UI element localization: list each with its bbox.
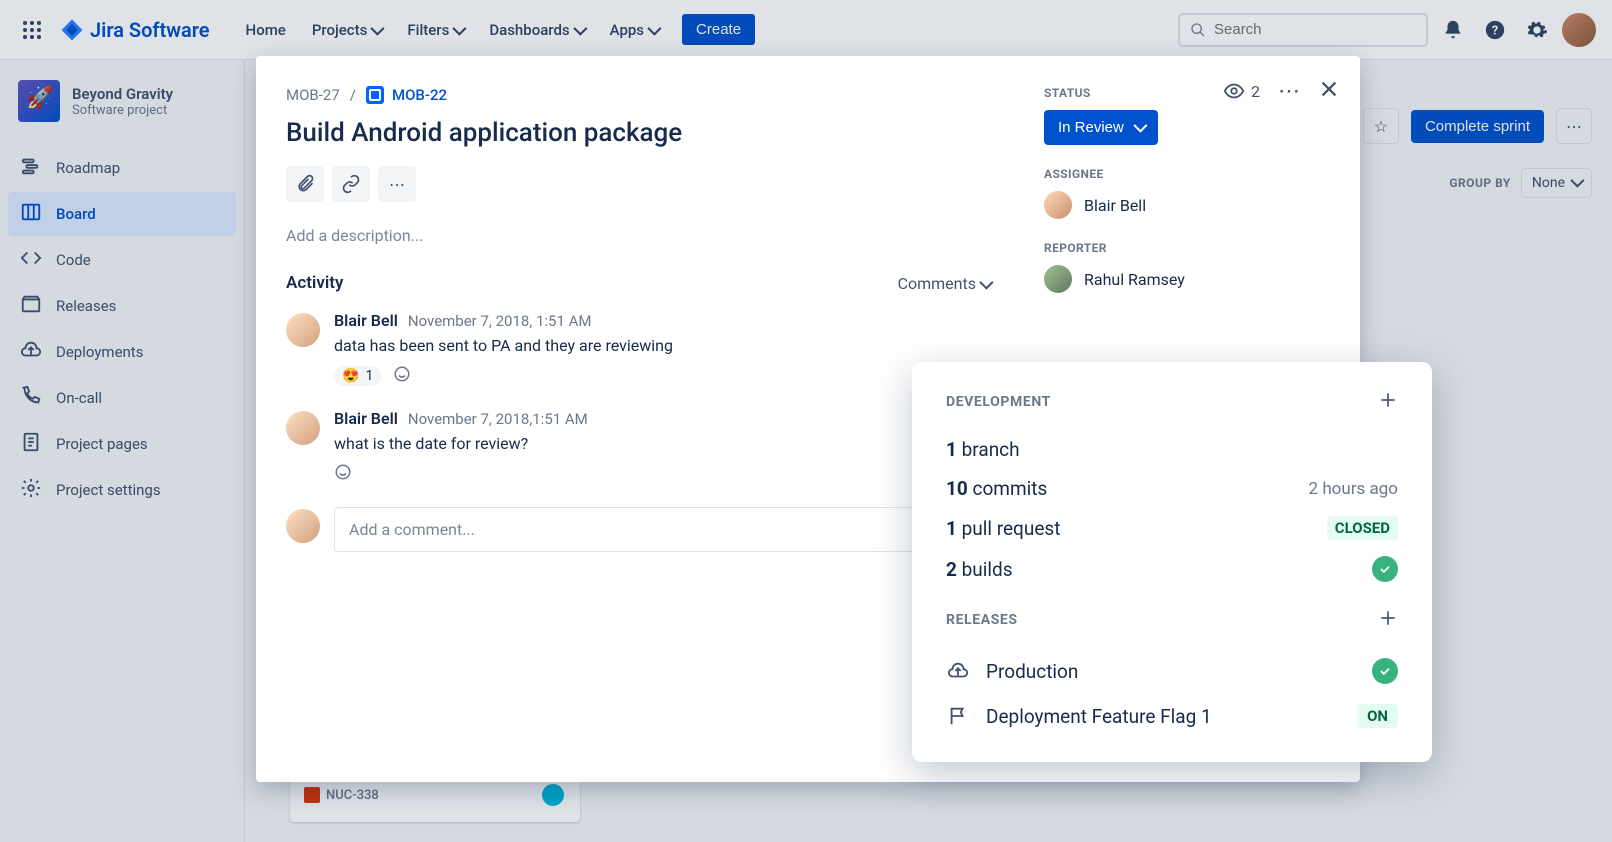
comment-avatar bbox=[286, 411, 320, 445]
comment-author[interactable]: Blair Bell bbox=[334, 409, 398, 428]
dev-row-commits[interactable]: 10 commits2 hours ago bbox=[946, 469, 1398, 508]
status-dropdown[interactable]: In Review bbox=[1044, 110, 1158, 145]
comment-reactions: 😍1 bbox=[334, 365, 990, 387]
watch-count: 2 bbox=[1251, 82, 1260, 101]
releases-heading: RELEASES bbox=[946, 612, 1018, 628]
add-development-icon[interactable] bbox=[1378, 390, 1398, 414]
comment-text: data has been sent to PA and they are re… bbox=[334, 336, 990, 355]
assignee-label: ASSIGNEE bbox=[1044, 167, 1336, 181]
parent-issue-link[interactable]: MOB-27 bbox=[286, 86, 340, 104]
release-row[interactable]: Production bbox=[946, 648, 1398, 694]
check-icon bbox=[1372, 658, 1398, 684]
reporter-field[interactable]: Rahul Ramsey bbox=[1044, 265, 1336, 293]
comment-input[interactable]: Add a comment... bbox=[334, 507, 990, 552]
dev-row-builds[interactable]: 2 builds bbox=[946, 548, 1398, 590]
development-panel: DEVELOPMENT 1 branch10 commits2 hours ag… bbox=[912, 362, 1432, 762]
status-badge: ON bbox=[1357, 704, 1398, 728]
release-row[interactable]: Deployment Feature Flag 1ON bbox=[946, 694, 1398, 738]
add-release-icon[interactable] bbox=[1378, 608, 1398, 632]
issue-title[interactable]: Build Android application package bbox=[286, 118, 990, 148]
chevron-down-icon bbox=[980, 274, 990, 293]
comment-reactions bbox=[334, 463, 990, 485]
current-user-avatar bbox=[286, 509, 320, 543]
comment-author[interactable]: Blair Bell bbox=[334, 311, 398, 330]
activity-heading: Activity bbox=[286, 273, 343, 293]
issue-toolbar: ⋯ bbox=[286, 166, 990, 202]
reporter-label: REPORTER bbox=[1044, 241, 1336, 255]
comment-text: what is the date for review? bbox=[334, 434, 990, 453]
description-field[interactable]: Add a description... bbox=[286, 226, 990, 245]
comment: Blair Bell November 7, 2018, 1:51 AM data … bbox=[286, 311, 990, 387]
attach-button[interactable] bbox=[286, 166, 324, 202]
link-button[interactable] bbox=[332, 166, 370, 202]
reaction-pill[interactable]: 😍1 bbox=[334, 366, 381, 386]
close-icon[interactable] bbox=[1318, 78, 1340, 104]
add-reaction-icon[interactable] bbox=[334, 463, 352, 485]
current-issue-link[interactable]: MOB-22 bbox=[366, 86, 447, 104]
eye-icon bbox=[1223, 80, 1245, 102]
dev-meta: 2 hours ago bbox=[1309, 479, 1398, 499]
breadcrumb: MOB-27 / MOB-22 bbox=[286, 86, 990, 104]
development-heading: DEVELOPMENT bbox=[946, 394, 1051, 410]
comment-time: November 7, 2018, 1:51 AM bbox=[408, 312, 592, 330]
dev-row-pull-request[interactable]: 1 pull requestCLOSED bbox=[946, 508, 1398, 548]
cloud-icon bbox=[946, 660, 970, 682]
chevron-down-icon bbox=[1134, 119, 1144, 136]
flag-icon bbox=[946, 705, 970, 727]
check-icon bbox=[1372, 556, 1398, 582]
reporter-avatar bbox=[1044, 265, 1072, 293]
comment-avatar bbox=[286, 313, 320, 347]
modal-more-icon[interactable]: ⋯ bbox=[1278, 79, 1300, 104]
activity-filter-dropdown[interactable]: Comments bbox=[898, 274, 990, 293]
comment: Blair Bell November 7, 2018,1:51 AM what i… bbox=[286, 409, 990, 485]
assignee-field[interactable]: Blair Bell bbox=[1044, 191, 1336, 219]
comment-time: November 7, 2018,1:51 AM bbox=[408, 410, 588, 428]
dev-row-branch[interactable]: 1 branch bbox=[946, 430, 1398, 469]
assignee-avatar bbox=[1044, 191, 1072, 219]
status-badge: CLOSED bbox=[1327, 516, 1398, 540]
more-actions-button[interactable]: ⋯ bbox=[378, 166, 416, 202]
issue-type-icon bbox=[366, 86, 384, 104]
add-reaction-icon[interactable] bbox=[393, 365, 411, 387]
watch-button[interactable]: 2 bbox=[1223, 80, 1260, 102]
